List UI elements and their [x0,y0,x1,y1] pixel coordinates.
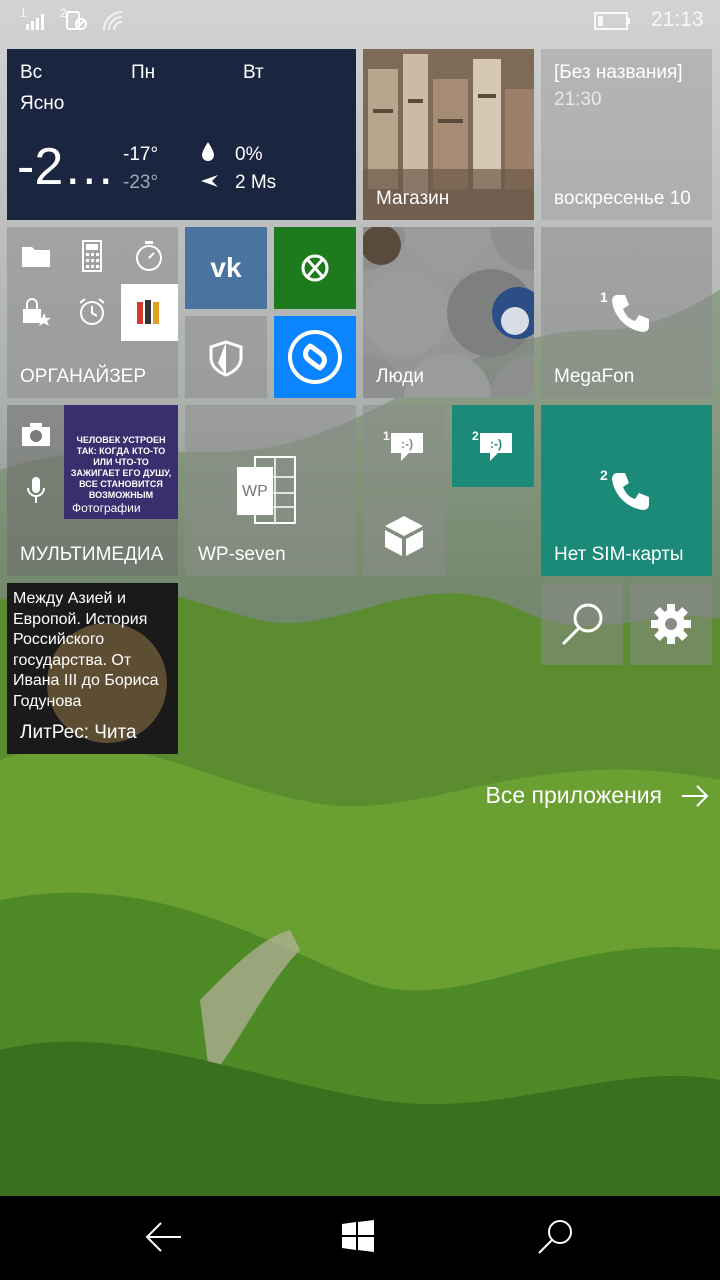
camera-icon [22,423,50,446]
messaging-tile-sim2[interactable]: 2 :-) [452,405,534,487]
3d-builder-tile[interactable] [363,494,445,576]
weather-wind: 2 Ms [235,172,277,193]
phone-icon [612,295,649,332]
photos-label: Фотографии [72,501,141,515]
weather-condition: Ясно [20,93,65,114]
calendar-event-title: [Без названия] [554,62,683,83]
weather-precipitation: 0% [235,144,263,165]
organizer-folder-tile[interactable]: ОРГАНАЙЗЕР [7,227,178,398]
message-smiley-icon: :-) [480,433,512,461]
shield-icon [209,340,243,377]
svg-text::-): :-) [490,437,502,451]
weather-temp-main: -2… [17,138,116,196]
weather-temp-high: -17° [123,144,159,165]
organizer-folder-label: ОРГАНАЙЗЕР [20,366,147,387]
svg-text:vk: vk [210,252,242,283]
file-explorer-icon [22,247,50,267]
xbox-tile[interactable] [274,227,356,309]
multimedia-folder-label: МУЛЬТИМЕДИА [20,544,164,565]
alarm-clock-icon [79,298,105,325]
weather-day-3: Вт [243,62,264,83]
litres-tile-label: ЛитРес: Чита [20,722,137,743]
raindrop-icon [202,142,214,161]
vk-tile[interactable]: vk [185,227,267,309]
lock-star-icon [23,298,51,326]
calculator-icon [82,240,102,272]
svg-text::-): :-) [401,437,413,451]
calendar-event-time: 21:30 [554,89,602,110]
search-button[interactable] [536,1218,574,1256]
no-sim-phone-tile[interactable]: 2 Нет SIM-карты [541,405,712,576]
all-apps-link[interactable]: Все приложения [485,782,710,809]
message-smiley-icon: :-) [391,433,423,461]
shazam-logo-icon [288,330,342,384]
stopwatch-icon [136,241,162,271]
windows-start-button[interactable] [340,1218,376,1254]
litres-book-title: Между Азией и Европой. История Российско… [13,590,159,710]
people-tile[interactable]: Люди [363,227,534,398]
all-apps-label: Все приложения [485,782,662,808]
cube-icon [385,516,423,556]
calendar-tile[interactable]: [Без названия] 21:30 воскресенье 10 [541,49,712,220]
wp-seven-tile[interactable]: WP WP-seven [185,405,356,576]
wp-logo-text: WP [242,483,268,500]
vk-logo-icon: vk [210,252,242,283]
multimedia-folder-tile[interactable]: ЧЕЛОВЕК УСТРОЕН ТАК: КОГДА КТО-ТО ИЛИ ЧТ… [7,405,178,576]
arrow-right-icon [682,784,709,807]
books-icon [137,300,159,324]
shield-app-tile[interactable] [185,316,267,398]
weather-tile[interactable]: Вс Пн Вт Ясно -2… -17° -23° 0% 2 Ms [7,49,356,220]
signal-strength-icon [26,14,44,30]
megafon-tile-label: MegaFon [554,366,635,387]
weather-day-1: Вс [20,62,43,83]
people-tile-label: Люди [376,366,425,387]
messaging-tile-sim1[interactable]: 1 :-) [363,405,445,487]
wind-icon [201,175,218,187]
microphone-icon [27,477,45,503]
status-bar: 1 2 21:13 [0,0,720,44]
search-icon [561,603,603,646]
wifi-icon [103,11,123,31]
clock: 21:13 [651,8,704,31]
sim2-no-signal-icon [66,11,87,30]
notes-app-icon [121,284,178,341]
weather-day-2: Пн [131,62,156,83]
back-button[interactable] [143,1220,183,1254]
store-tile[interactable]: Магазин [363,49,534,220]
store-tile-label: Магазин [376,188,450,209]
megafon-phone-tile[interactable]: 1 MegaFon [541,227,712,398]
wp-seven-label: WP-seven [198,544,286,565]
photo-quote-text: ЧЕЛОВЕК УСТРОЕН ТАК: КОГДА КТО-ТО ИЛИ ЧТ… [70,435,172,500]
gear-icon [651,604,691,644]
search-tile[interactable] [541,583,623,665]
weather-temp-low: -23° [123,172,159,193]
phone-icon [612,473,649,510]
settings-tile[interactable] [630,583,712,665]
litres-tile[interactable]: Между Азией и Европой. История Российско… [7,583,178,754]
photos-app-preview: ЧЕЛОВЕК УСТРОЕН ТАК: КОГДА КТО-ТО ИЛИ ЧТ… [64,405,178,519]
calendar-date: воскресенье 10 [554,188,691,209]
shazam-tile[interactable] [274,316,356,398]
xbox-logo-icon [301,254,329,282]
navigation-bar [0,1196,720,1280]
battery-icon [594,12,630,30]
no-sim-tile-label: Нет SIM-карты [554,544,684,565]
